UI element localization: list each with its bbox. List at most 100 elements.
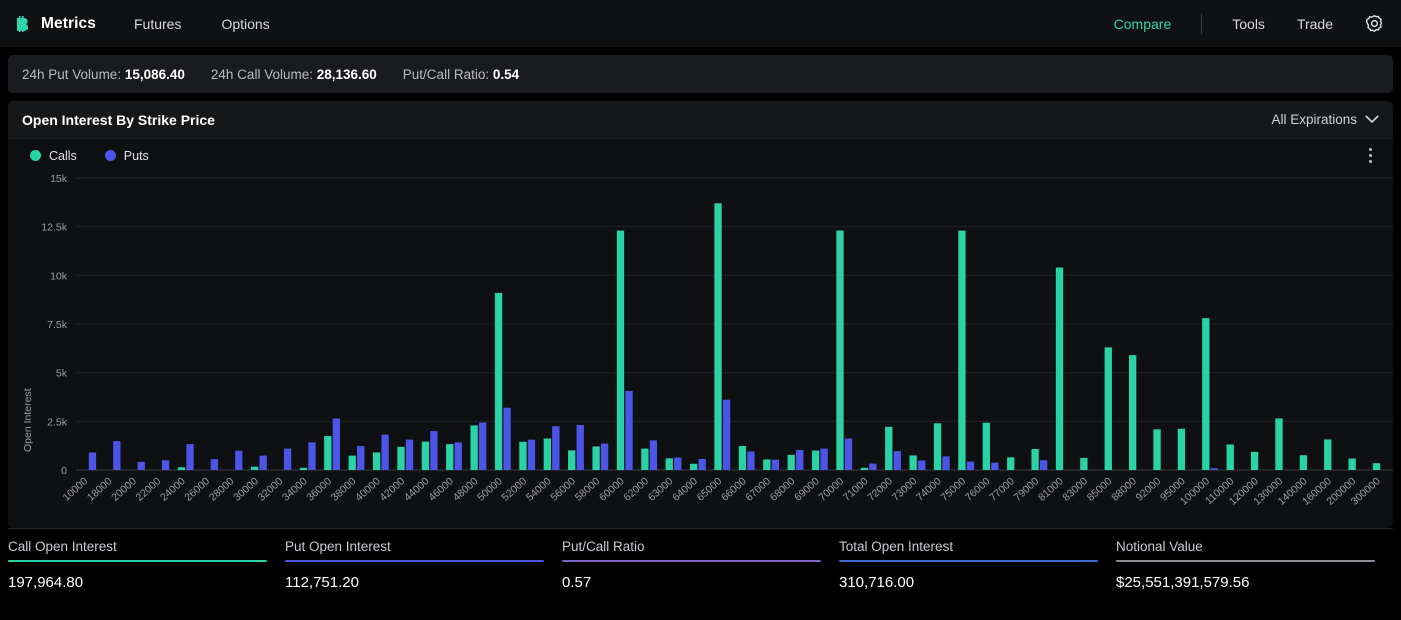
bar-puts[interactable] [918, 460, 926, 470]
bar-puts[interactable] [161, 460, 170, 470]
bar-calls[interactable] [494, 292, 503, 470]
bar-calls[interactable] [592, 446, 600, 470]
bar-puts[interactable] [625, 390, 633, 470]
bar-puts[interactable] [820, 448, 828, 470]
bar-puts[interactable] [893, 451, 901, 470]
bar-puts[interactable] [942, 456, 950, 470]
nav-link-options[interactable]: Options [219, 12, 271, 36]
bar-puts[interactable] [405, 439, 414, 470]
bar-puts[interactable] [357, 446, 365, 470]
bar-calls[interactable] [1055, 267, 1064, 470]
nav-link-futures[interactable]: Futures [132, 12, 183, 36]
bar-calls[interactable] [1324, 439, 1332, 470]
bar-calls[interactable] [1129, 355, 1137, 470]
nav-link-tools[interactable]: Tools [1230, 12, 1267, 36]
bar-calls[interactable] [470, 425, 478, 470]
bar-puts[interactable] [796, 449, 804, 470]
bar-puts[interactable] [966, 461, 975, 470]
bar-calls[interactable] [958, 230, 966, 470]
x-axis-tick-label: 58000 [573, 475, 603, 504]
bar-calls[interactable] [1007, 457, 1015, 470]
bar-puts[interactable] [454, 442, 462, 470]
bar-calls[interactable] [860, 467, 869, 470]
bar-puts[interactable] [283, 448, 292, 470]
bar-calls[interactable] [885, 426, 893, 470]
bar-calls[interactable] [397, 446, 405, 470]
bar-calls[interactable] [1177, 428, 1186, 470]
bar-puts[interactable] [576, 425, 584, 470]
kebab-menu-icon[interactable] [1361, 145, 1379, 167]
bar-calls[interactable] [324, 435, 332, 470]
bar-calls[interactable] [1299, 455, 1308, 470]
bar-puts[interactable] [137, 461, 145, 470]
bar-puts[interactable] [430, 431, 438, 470]
bar-puts[interactable] [259, 455, 267, 470]
bar-puts[interactable] [479, 422, 487, 470]
bar-calls[interactable] [421, 441, 430, 470]
bar-calls[interactable] [714, 203, 722, 470]
bar-calls[interactable] [1104, 347, 1112, 470]
bar-puts[interactable] [113, 441, 121, 470]
bar-puts[interactable] [552, 426, 560, 470]
bar-calls[interactable] [763, 459, 771, 470]
bar-calls[interactable] [1348, 458, 1356, 470]
bar-calls[interactable] [519, 441, 527, 470]
bar-calls[interactable] [616, 230, 625, 470]
gear-icon[interactable] [1363, 13, 1385, 35]
bar-calls[interactable] [1080, 457, 1088, 470]
bar-puts[interactable] [674, 457, 682, 470]
bar-calls[interactable] [738, 446, 747, 470]
bar-calls[interactable] [1250, 451, 1259, 470]
bar-puts[interactable] [1039, 460, 1048, 470]
bar-calls[interactable] [1226, 444, 1234, 470]
bar-calls[interactable] [909, 455, 917, 470]
nav-link-trade[interactable]: Trade [1295, 12, 1335, 36]
bar-calls[interactable] [1275, 418, 1283, 470]
bar-calls[interactable] [982, 422, 990, 470]
bar-calls[interactable] [299, 467, 308, 470]
bar-puts[interactable] [381, 434, 389, 470]
bar-puts[interactable] [210, 459, 219, 470]
bar-calls[interactable] [251, 466, 259, 470]
bar-calls[interactable] [543, 438, 551, 470]
legend-swatch-puts [104, 150, 116, 161]
bar-calls[interactable] [372, 452, 381, 470]
bar-puts[interactable] [186, 444, 194, 470]
bar-calls[interactable] [446, 444, 454, 470]
bar-calls[interactable] [811, 450, 820, 470]
bar-puts[interactable] [747, 451, 755, 470]
bar-puts[interactable] [869, 463, 877, 470]
expiration-filter-dropdown[interactable]: All Expirations [1271, 112, 1379, 127]
bar-puts[interactable] [844, 438, 853, 470]
bar-puts[interactable] [991, 462, 999, 470]
bar-puts[interactable] [649, 440, 658, 470]
bar-calls[interactable] [933, 423, 942, 470]
bar-puts[interactable] [332, 418, 340, 470]
bar-calls[interactable] [641, 448, 649, 470]
bar-puts[interactable] [235, 450, 243, 470]
brand[interactable]: Metrics [12, 13, 96, 35]
bar-puts[interactable] [771, 459, 779, 470]
bar-calls[interactable] [665, 458, 673, 470]
bar-calls[interactable] [348, 455, 356, 470]
bar-calls[interactable] [787, 454, 795, 470]
bar-puts[interactable] [503, 407, 511, 470]
bar-calls[interactable] [690, 463, 698, 470]
bar-puts[interactable] [88, 452, 97, 470]
bar-calls[interactable] [1031, 448, 1039, 470]
bar-calls[interactable] [836, 230, 844, 470]
bar-puts[interactable] [722, 399, 731, 470]
legend-item-calls[interactable]: Calls [30, 149, 77, 163]
bar-calls[interactable] [1153, 429, 1161, 470]
bar-calls[interactable] [568, 450, 576, 470]
bar-calls[interactable] [1372, 463, 1381, 470]
nav-link-compare[interactable]: Compare [1112, 12, 1174, 36]
bar-calls[interactable] [1202, 318, 1210, 470]
bar-calls[interactable] [177, 467, 186, 470]
legend-item-puts[interactable]: Puts [104, 149, 149, 163]
bar-puts[interactable] [1210, 468, 1218, 470]
bar-puts[interactable] [600, 443, 609, 470]
bar-puts[interactable] [698, 458, 706, 470]
bar-puts[interactable] [308, 442, 316, 470]
bar-puts[interactable] [527, 439, 536, 470]
